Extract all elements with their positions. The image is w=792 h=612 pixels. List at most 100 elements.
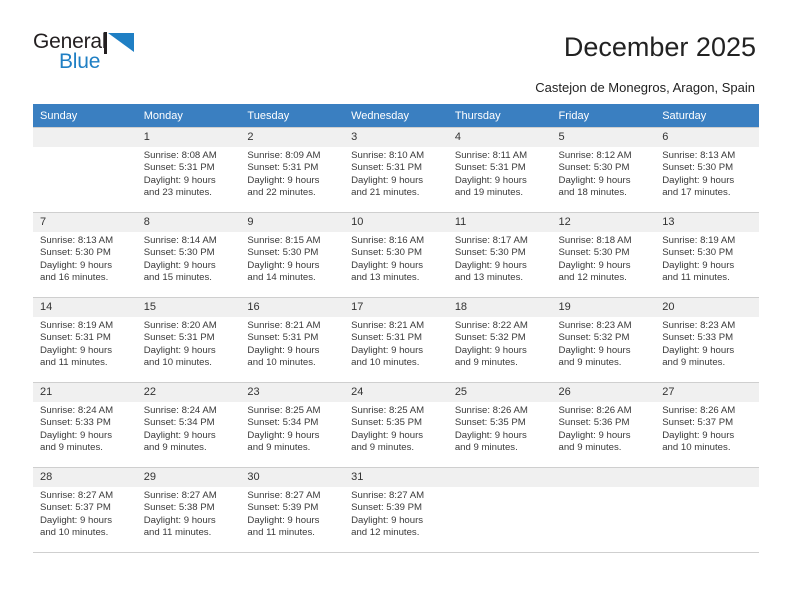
calendar-day-cell[interactable]: 30 Sunrise: 8:27 AM Sunset: 5:39 PM Dayligh… [240,467,345,553]
calendar-week-row: 7 Sunrise: 8:13 AM Sunset: 5:30 PM Daylight… [33,212,759,298]
calendar-day-cell[interactable]: 17 Sunrise: 8:21 AM Sunset: 5:31 PM Dayligh… [344,297,448,383]
calendar-day-cell[interactable]: 20 Sunrise: 8:23 AM Sunset: 5:33 PM Dayligh… [655,297,759,383]
sunset-time: Sunset: 5:30 PM [558,162,630,174]
sunset-time: Sunset: 5:33 PM [40,417,111,429]
calendar-day-cell[interactable]: 9 Sunrise: 8:15 AM Sunset: 5:30 PM Daylight… [240,212,345,298]
sunset-time: Sunset: 5:31 PM [351,332,423,344]
sunset-time: Sunset: 5:39 PM [247,502,319,514]
calendar-day-cell-empty [33,127,137,213]
daylight-duration-line2: and 16 minutes. [40,271,109,283]
sunset-time: Sunset: 5:31 PM [247,332,319,344]
day-number: 8 [136,213,241,232]
calendar-day-cell[interactable]: 24 Sunrise: 8:25 AM Sunset: 5:35 PM Dayligh… [344,382,448,468]
calendar-day-cell[interactable]: 4 Sunrise: 8:11 AM Sunset: 5:31 PM Daylight… [447,127,552,213]
general-blue-logo[interactable]: General Blue [33,30,153,80]
calendar-day-cell[interactable]: 14 Sunrise: 8:19 AM Sunset: 5:31 PM Dayligh… [33,297,137,383]
day-number: 7 [33,213,137,232]
daylight-duration-line1: Daylight: 9 hours [351,344,424,356]
page-title: December 2025 [563,32,756,62]
calendar-day-cell[interactable]: 18 Sunrise: 8:22 AM Sunset: 5:32 PM Dayligh… [447,297,552,383]
daylight-duration-line2: and 9 minutes. [662,356,726,368]
day-number: 2 [240,128,345,147]
daylight-duration-line2: and 11 minutes. [247,526,315,538]
daylight-duration-line1: Daylight: 9 hours [454,429,527,441]
logo-text-blue: Blue [59,50,101,73]
daylight-duration-line2: and 9 minutes. [40,441,103,453]
sunrise-time: Sunrise: 8:08 AM [143,150,217,161]
calendar-day-cell[interactable]: 8 Sunrise: 8:14 AM Sunset: 5:30 PM Daylight… [136,212,241,298]
calendar-day-cell[interactable]: 12 Sunrise: 8:18 AM Sunset: 5:30 PM Dayligh… [551,212,656,298]
sunrise-time: Sunrise: 8:17 AM [454,235,528,246]
day-detail: Sunrise: 8:26 AM Sunset: 5:35 PM Daylight:… [448,402,552,454]
day-number: 29 [136,468,241,487]
daylight-duration-line2: and 11 minutes. [143,526,212,538]
calendar-day-cell[interactable]: 1 Sunrise: 8:08 AM Sunset: 5:31 PM Daylight… [136,127,241,213]
sunset-time: Sunset: 5:30 PM [351,247,423,259]
daylight-duration-line1: Daylight: 9 hours [454,344,527,356]
calendar-header-row: Sunday Monday Tuesday Wednesday Thursday… [33,104,759,128]
day-number: 31 [344,468,448,487]
day-detail: Sunrise: 8:24 AM Sunset: 5:33 PM Daylight:… [33,402,137,454]
calendar-day-cell[interactable]: 23 Sunrise: 8:25 AM Sunset: 5:34 PM Dayligh… [240,382,345,468]
calendar-day-cell[interactable]: 19 Sunrise: 8:23 AM Sunset: 5:32 PM Dayligh… [551,297,656,383]
calendar-day-cell[interactable]: 28 Sunrise: 8:27 AM Sunset: 5:37 PM Dayligh… [33,467,137,553]
calendar-day-cell[interactable]: 15 Sunrise: 8:20 AM Sunset: 5:31 PM Dayligh… [136,297,241,383]
calendar-day-cell[interactable]: 2 Sunrise: 8:09 AM Sunset: 5:31 PM Daylight… [240,127,345,213]
sunrise-time: Sunrise: 8:11 AM [454,150,528,161]
day-number: 4 [447,128,552,147]
calendar-day-cell[interactable]: 31 Sunrise: 8:27 AM Sunset: 5:39 PM Dayligh… [344,467,448,553]
day-number: 18 [447,298,552,317]
day-number: 24 [344,383,448,402]
day-detail [448,487,552,490]
calendar-day-cell[interactable]: 16 Sunrise: 8:21 AM Sunset: 5:31 PM Dayligh… [240,297,345,383]
daylight-duration-line1: Daylight: 9 hours [558,174,631,186]
sunrise-time: Sunrise: 8:25 AM [351,405,425,416]
daylight-duration-line2: and 14 minutes. [247,271,316,283]
sunrise-time: Sunrise: 8:19 AM [662,235,736,246]
sunrise-time: Sunrise: 8:27 AM [351,490,425,501]
day-detail: Sunrise: 8:11 AM Sunset: 5:31 PM Daylight:… [448,147,552,199]
calendar-day-cell[interactable]: 26 Sunrise: 8:26 AM Sunset: 5:36 PM Dayligh… [551,382,656,468]
daylight-duration-line2: and 9 minutes. [143,441,207,453]
sunset-time: Sunset: 5:30 PM [662,162,734,174]
sunset-time: Sunset: 5:31 PM [143,332,215,344]
day-detail: Sunrise: 8:19 AM Sunset: 5:31 PM Daylight:… [33,317,137,369]
calendar-day-cell[interactable]: 7 Sunrise: 8:13 AM Sunset: 5:30 PM Daylight… [33,212,137,298]
calendar-day-cell[interactable]: 5 Sunrise: 8:12 AM Sunset: 5:30 PM Daylight… [551,127,656,213]
sunset-time: Sunset: 5:35 PM [454,417,526,429]
weekday-header-friday: Friday [551,104,656,128]
daylight-duration-line2: and 10 minutes. [662,441,731,453]
calendar-day-cell[interactable]: 3 Sunrise: 8:10 AM Sunset: 5:31 PM Daylight… [344,127,448,213]
sunrise-time: Sunrise: 8:13 AM [40,235,114,246]
calendar-day-cell[interactable]: 13 Sunrise: 8:19 AM Sunset: 5:30 PM Dayligh… [655,212,759,298]
daylight-duration-line2: and 10 minutes. [143,356,212,368]
daylight-duration-line1: Daylight: 9 hours [40,429,112,441]
sunrise-time: Sunrise: 8:10 AM [351,150,425,161]
calendar-day-cell[interactable]: 22 Sunrise: 8:24 AM Sunset: 5:34 PM Dayligh… [136,382,241,468]
day-detail: Sunrise: 8:26 AM Sunset: 5:37 PM Daylight:… [655,402,759,454]
day-number: 10 [344,213,448,232]
daylight-duration-line2: and 13 minutes. [454,271,524,283]
daylight-duration-line1: Daylight: 9 hours [40,514,112,526]
day-number: 13 [655,213,759,232]
calendar-day-cell[interactable]: 21 Sunrise: 8:24 AM Sunset: 5:33 PM Dayligh… [33,382,137,468]
day-detail: Sunrise: 8:27 AM Sunset: 5:39 PM Daylight:… [240,487,344,539]
daylight-duration-line2: and 9 minutes. [454,441,518,453]
sunset-time: Sunset: 5:31 PM [247,162,319,174]
calendar-day-cell[interactable]: 29 Sunrise: 8:27 AM Sunset: 5:38 PM Dayligh… [136,467,241,553]
sunrise-time: Sunrise: 8:23 AM [662,320,736,331]
daylight-duration-line2: and 11 minutes. [662,271,730,283]
day-number: 23 [240,383,345,402]
day-number: 30 [240,468,345,487]
daylight-duration-line1: Daylight: 9 hours [40,259,112,271]
daylight-duration-line2: and 12 minutes. [558,271,627,283]
calendar-day-cell[interactable]: 27 Sunrise: 8:26 AM Sunset: 5:37 PM Dayligh… [655,382,759,468]
sunset-time: Sunset: 5:35 PM [351,417,423,429]
sunset-time: Sunset: 5:30 PM [247,247,319,259]
daylight-duration-line1: Daylight: 9 hours [247,514,320,526]
calendar-day-cell[interactable]: 25 Sunrise: 8:26 AM Sunset: 5:35 PM Dayligh… [447,382,552,468]
sunset-time: Sunset: 5:39 PM [351,502,423,514]
calendar-day-cell[interactable]: 10 Sunrise: 8:16 AM Sunset: 5:30 PM Dayligh… [344,212,448,298]
calendar-day-cell[interactable]: 11 Sunrise: 8:17 AM Sunset: 5:30 PM Dayligh… [447,212,552,298]
calendar-day-cell[interactable]: 6 Sunrise: 8:13 AM Sunset: 5:30 PM Daylight… [655,127,759,213]
